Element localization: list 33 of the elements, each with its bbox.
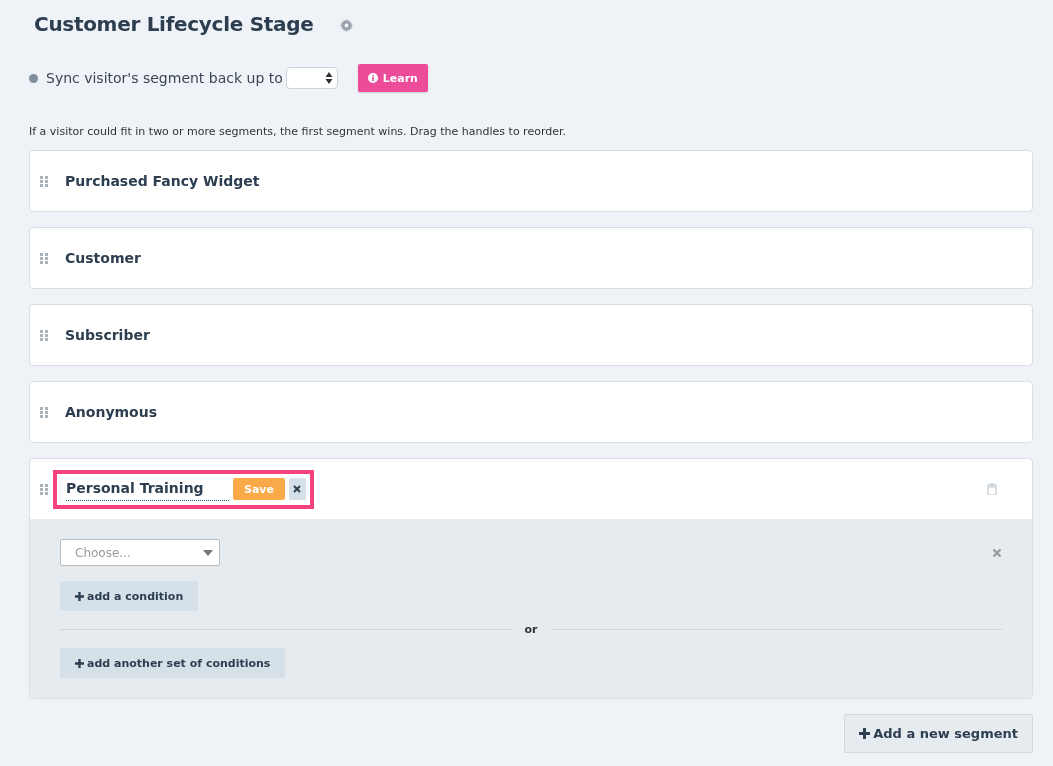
drag-handle-icon[interactable] [40, 252, 48, 264]
number-stepper[interactable] [285, 67, 338, 89]
add-condition-button[interactable]: add a condition [60, 581, 199, 611]
drag-handle-icon[interactable] [40, 483, 48, 495]
add-segment-button[interactable]: Add a new segment [844, 714, 1033, 753]
segment-card[interactable]: Customer [29, 227, 1033, 289]
segment-name: Subscriber [65, 327, 150, 343]
segment-name: Customer [65, 250, 141, 266]
segment-name: Purchased Fancy Widget [65, 173, 260, 189]
segment-card[interactable]: Subscriber [29, 304, 1033, 366]
segment-card[interactable]: Anonymous [29, 381, 1033, 443]
or-separator: or [524, 623, 538, 636]
cancel-button[interactable] [289, 478, 306, 500]
sync-label: Sync visitor's segment back up to [46, 70, 283, 86]
trash-icon[interactable] [987, 483, 997, 495]
drag-handle-icon[interactable] [40, 175, 48, 187]
close-icon[interactable] [992, 547, 1002, 558]
status-dot [29, 73, 38, 83]
drag-handle-icon[interactable] [40, 406, 48, 418]
caret-icon [203, 549, 213, 556]
settings-icon[interactable] [339, 18, 353, 32]
segment-card[interactable]: Purchased Fancy Widget [29, 150, 1033, 212]
drag-handle-icon[interactable] [40, 329, 48, 341]
segment-name: Anonymous [65, 404, 158, 420]
page-title: Customer Lifecycle Stage [34, 12, 314, 36]
plus-icon [859, 728, 871, 739]
close-icon [293, 485, 302, 493]
add-condition-set-button[interactable]: add another set of conditions [60, 648, 286, 678]
plus-icon [75, 591, 84, 601]
plus-icon [75, 658, 84, 668]
info-icon [367, 73, 378, 83]
stepper-arrows-icon [324, 71, 333, 85]
help-text: If a visitor could fit in two or more segments, the first segment wins. Drag the handles to reorder. [29, 125, 567, 138]
